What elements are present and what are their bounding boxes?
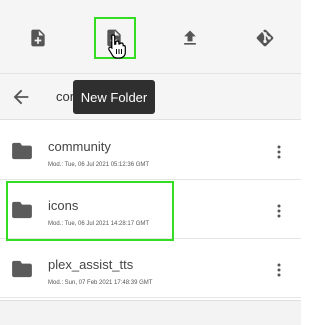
list-item-community[interactable]: community Mod.: Tue, 06 Jul 2021 05:12:3… [0, 122, 301, 180]
current-path: cor [56, 89, 75, 104]
arrow-left-icon [13, 89, 29, 105]
git-icon [256, 29, 274, 47]
item-name: plex_assist_tts [48, 257, 134, 272]
list-item-plex-assist-tts[interactable]: plex_assist_tts Mod.: Sun, 07 Feb 2021 1… [0, 240, 301, 298]
item-modified: Mod.: Tue, 06 Jul 2021 05:12:36 GMT [48, 162, 150, 168]
more-vert-button[interactable] [275, 144, 283, 160]
more-vert-icon [277, 204, 281, 218]
new-folder-tooltip: New Folder [73, 80, 155, 114]
git-button[interactable] [245, 18, 285, 58]
back-button[interactable] [10, 86, 32, 108]
hand-cursor-icon [108, 34, 126, 59]
toolbar [0, 0, 301, 74]
file-editor-panel: cor New Folder community Mod.: Tue, 06 J… [0, 0, 301, 325]
item-name: community [48, 139, 111, 154]
more-vert-button[interactable] [275, 262, 283, 278]
folder-icon [11, 142, 33, 160]
upload-icon [184, 30, 196, 45]
file-plus-icon [31, 29, 45, 47]
panel-footer [0, 300, 301, 325]
item-modified: Mod.: Sun, 07 Feb 2021 17:48:39 GMT [48, 280, 153, 286]
highlight-box-icons-folder [6, 181, 174, 241]
new-file-button[interactable] [18, 18, 58, 58]
folder-icon [11, 260, 33, 278]
more-vert-button[interactable] [275, 203, 283, 219]
more-vert-icon [277, 263, 281, 277]
more-vert-icon [277, 145, 281, 159]
upload-button[interactable] [170, 18, 210, 58]
